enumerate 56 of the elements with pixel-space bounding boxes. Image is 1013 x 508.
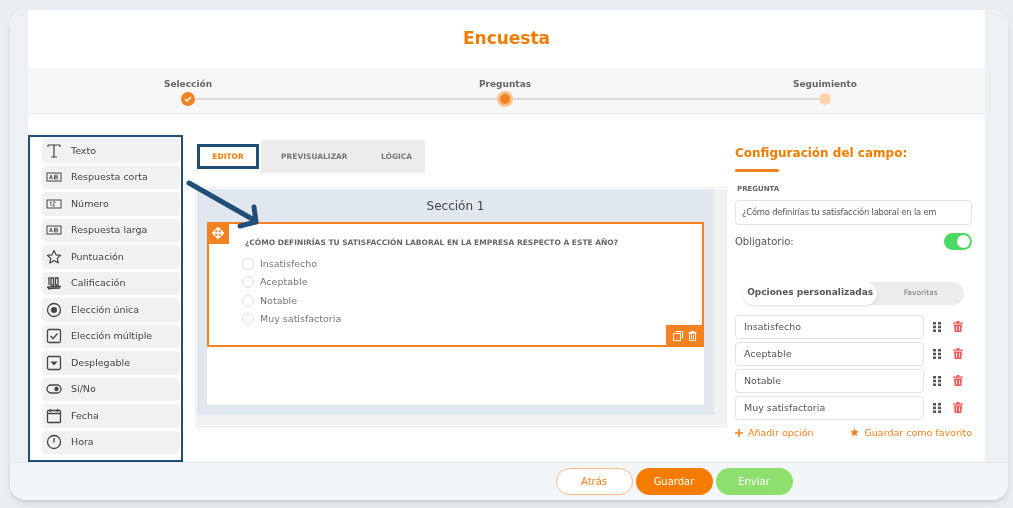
trash-icon[interactable]: [953, 348, 963, 359]
required-toggle[interactable]: [944, 232, 972, 250]
drag-handle-icon[interactable]: [933, 375, 941, 386]
option-label: Insatisfecho: [260, 257, 318, 271]
dropdown-icon: [46, 354, 62, 371]
move-icon: [212, 227, 224, 239]
drag-handle-icon[interactable]: [933, 402, 941, 413]
field-type-item[interactable]: Desplegable: [42, 351, 180, 375]
option-input[interactable]: Insatisfecho: [735, 314, 924, 339]
hundred-icon: [46, 275, 62, 292]
field-type-item[interactable]: Número: [42, 192, 180, 216]
field-type-item[interactable]: Calificación: [42, 271, 180, 295]
star-icon: [850, 428, 860, 438]
option-label: Muy satisfactoria: [260, 311, 342, 326]
panel-title: Configuración del campo:: [735, 145, 909, 162]
option-label: Aceptable: [260, 275, 308, 290]
title-underline: [735, 169, 779, 172]
step-label: Preguntas: [478, 77, 532, 91]
trash-icon[interactable]: [953, 402, 963, 413]
field-type-item[interactable]: Elección múltiple: [42, 324, 180, 348]
field-type-item[interactable]: Hora: [42, 430, 180, 454]
trash-icon[interactable]: [953, 321, 963, 332]
copy-icon[interactable]: [673, 331, 683, 341]
horizontal-scrollbar[interactable]: [197, 415, 714, 425]
option-label: Notable: [260, 293, 297, 308]
field-type-item[interactable]: Elección única: [42, 298, 180, 322]
option-input[interactable]: Muy satisfactoria: [735, 395, 924, 420]
step-label: Selección: [163, 77, 213, 91]
field-type-item[interactable]: Puntuación: [42, 245, 180, 269]
field-type-item[interactable]: Texto: [42, 139, 180, 163]
page-title: Encuesta: [462, 27, 551, 50]
plus-icon: [735, 428, 743, 437]
field-type-item[interactable]: Respuesta larga: [42, 218, 180, 242]
trash-icon[interactable]: [688, 331, 697, 341]
step-label: Seguimiento: [793, 77, 857, 91]
segment-tab[interactable]: Opciones personalizadas: [743, 281, 878, 305]
drag-handle-icon[interactable]: [933, 321, 941, 332]
trash-icon[interactable]: [953, 375, 963, 386]
move-handle[interactable]: [207, 222, 229, 244]
vertical-scrollbar[interactable]: [714, 189, 726, 425]
star-icon: [46, 248, 62, 265]
field-type-item[interactable]: Respuesta corta: [42, 165, 180, 189]
clock-icon: [46, 434, 62, 451]
calendar-icon: [46, 407, 62, 424]
step-done-icon[interactable]: [181, 91, 195, 106]
option-input[interactable]: Aceptable: [735, 341, 924, 366]
radio-icon: [46, 301, 62, 318]
option-input[interactable]: Notable: [735, 368, 924, 393]
text-icon: [46, 142, 62, 159]
required-label: Obligatorio:: [735, 234, 794, 249]
question-input[interactable]: ¿Cómo definirías tu satisfacción laboral en la em: [735, 199, 972, 225]
field-type-item[interactable]: Sí/No: [42, 377, 180, 401]
section-title: Sección 1: [426, 197, 485, 215]
drag-handle-icon[interactable]: [933, 348, 941, 359]
field-type-item[interactable]: Fecha: [42, 404, 180, 428]
checkbox-icon: [46, 328, 62, 345]
